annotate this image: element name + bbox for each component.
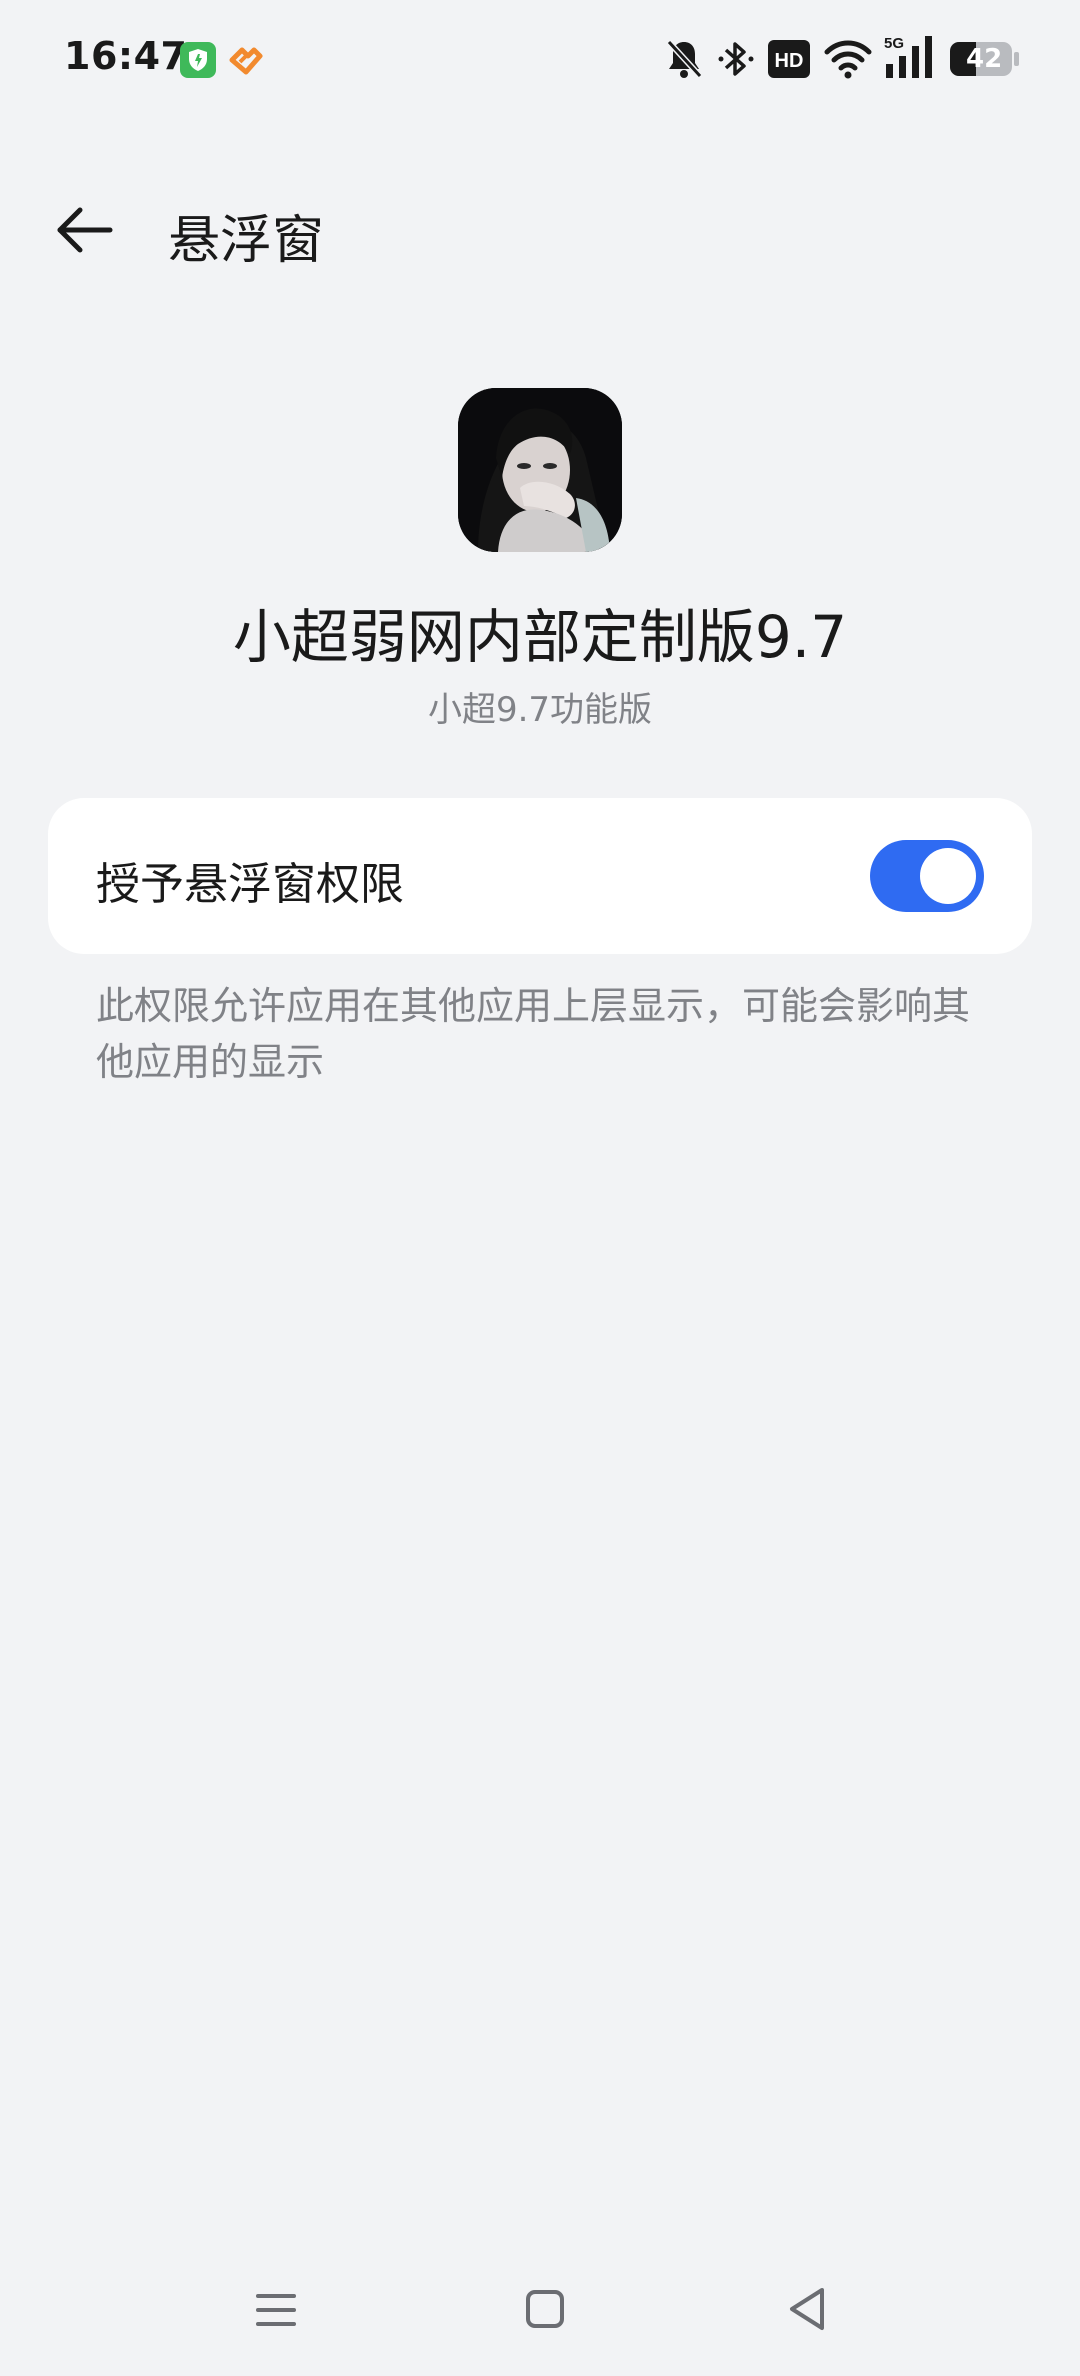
menu-icon <box>256 2294 296 2326</box>
page-title: 悬浮窗 <box>168 211 325 271</box>
mute-bell-icon <box>664 38 704 84</box>
toggle-knob <box>920 848 976 904</box>
status-time: 16:47 <box>64 34 188 78</box>
recent-apps-button[interactable] <box>236 2280 316 2340</box>
app-icon <box>458 388 622 552</box>
svg-text:HD: HD <box>775 50 804 72</box>
battery-level: 42 <box>966 44 1003 74</box>
home-button[interactable] <box>504 2280 584 2340</box>
permission-description: 此权限允许应用在其他应用上层显示，可能会影响其他应用的显示 <box>96 984 971 1084</box>
status-bar: 16:47 HD 5G 42 <box>0 0 1080 120</box>
wifi-icon <box>824 38 872 84</box>
back-button[interactable] <box>40 190 130 270</box>
permission-label: 授予悬浮窗权限 <box>96 859 404 910</box>
5g-signal-icon: 5G <box>882 34 938 84</box>
hd-icon: HD <box>768 40 810 82</box>
app-avatar-image <box>458 388 622 552</box>
back-triangle-icon <box>790 2288 824 2330</box>
svg-text:5G: 5G <box>884 35 904 52</box>
back-arrow-icon <box>57 207 113 253</box>
shield-app-icon <box>180 42 216 82</box>
app-name: 小超弱网内部定制版9.7 <box>232 603 848 671</box>
system-back-button[interactable] <box>770 2280 850 2340</box>
permission-toggle[interactable] <box>870 840 984 912</box>
orange-app-icon <box>228 42 264 82</box>
toolbar: 悬浮窗 <box>0 180 1080 280</box>
bluetooth-icon <box>716 38 756 84</box>
home-icon <box>526 2290 564 2328</box>
permission-card: 授予悬浮窗权限 <box>48 798 1032 954</box>
app-subtitle: 小超9.7功能版 <box>427 690 653 730</box>
navigation-bar <box>0 2260 1080 2360</box>
